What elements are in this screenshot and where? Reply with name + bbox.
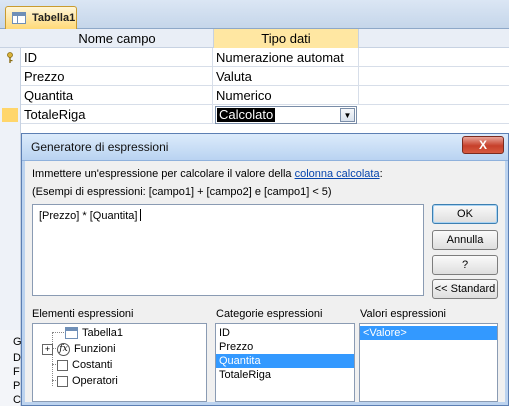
expression-builder-dialog: Generatore di espressioni X Immettere un… <box>21 133 509 406</box>
tab-tabella1[interactable]: Tabella1 <box>5 6 77 29</box>
list-item-selected[interactable]: Quantita <box>216 354 354 368</box>
dropdown-arrow-icon[interactable]: ▼ <box>340 108 355 122</box>
current-row-marker <box>2 108 18 122</box>
help-button[interactable]: ? <box>432 255 498 275</box>
close-button[interactable]: X <box>462 136 504 154</box>
calculated-column-link[interactable]: colonna calcolata <box>295 168 380 180</box>
table-row[interactable]: Quantita Numerico <box>21 86 509 105</box>
values-list[interactable]: <Valore> <box>359 323 498 402</box>
stub-letter: D <box>13 352 21 364</box>
tree-item-label: Operatori <box>72 375 118 387</box>
table-row[interactable]: Prezzo Valuta <box>21 67 509 86</box>
cancel-button[interactable]: Annulla <box>432 230 498 250</box>
stub-letter: C <box>13 394 21 406</box>
list-item-selected[interactable]: <Valore> <box>360 326 497 340</box>
expression-text: [Prezzo] * [Quantita] <box>39 210 138 222</box>
field-name-cell[interactable]: ID <box>21 48 213 67</box>
standard-toggle-button[interactable]: << Standard <box>432 279 498 299</box>
list-item[interactable]: TotaleRiga <box>216 368 354 382</box>
data-type-cell[interactable]: Numerico <box>213 86 359 105</box>
elements-tree[interactable]: Tabella1 + fx Funzioni Costanti Operator… <box>32 323 207 402</box>
list-item[interactable]: ID <box>216 326 354 340</box>
document-tabstrip: Tabella1 <box>0 0 509 29</box>
expression-textarea[interactable]: [Prezzo] * [Quantita] <box>32 204 424 296</box>
list-item[interactable]: Prezzo <box>216 340 354 354</box>
table-row[interactable]: ID Numerazione automat <box>21 48 509 67</box>
tree-item-label: Tabella1 <box>82 327 123 339</box>
instruction-suffix: : <box>379 168 383 180</box>
dialog-titlebar[interactable]: Generatore di espressioni X <box>22 134 508 161</box>
tree-item-label: Costanti <box>72 359 113 371</box>
tree-item-tabella1[interactable]: Tabella1 <box>65 325 123 341</box>
expand-plus-icon[interactable]: + <box>42 343 53 355</box>
elements-label: Elementi espressioni <box>32 308 134 320</box>
tree-item-label: Funzioni <box>74 343 116 355</box>
categories-label: Categorie espressioni <box>216 308 323 320</box>
example-text: (Esempi di espressioni: [campo1] + [camp… <box>32 186 332 198</box>
ok-button[interactable]: OK <box>432 204 498 224</box>
close-icon: X <box>478 138 487 152</box>
stub-letter: P <box>13 380 21 392</box>
dialog-title: Generatore di espressioni <box>31 140 169 154</box>
tree-item-costanti[interactable]: Costanti <box>57 357 112 373</box>
instruction-prefix: Immettere un'espressione per calcolare i… <box>32 168 292 180</box>
operators-icon <box>57 375 68 387</box>
column-header-data-type[interactable]: Tipo dati <box>213 29 359 48</box>
dialog-body: Immettere un'espressione per calcolare i… <box>28 162 502 402</box>
categories-list[interactable]: ID Prezzo Quantita TotaleRiga <box>215 323 355 402</box>
grid-header: Nome campo Tipo dati <box>0 29 509 48</box>
stub-letter: F <box>13 366 20 378</box>
tree-item-operatori[interactable]: Operatori <box>57 373 118 389</box>
tab-label: Tabella1 <box>32 12 76 24</box>
data-type-cell[interactable]: Numerazione automat <box>213 48 359 67</box>
table-icon <box>12 12 26 24</box>
data-type-cell[interactable]: Valuta <box>213 67 359 86</box>
function-icon: fx <box>57 342 70 356</box>
field-name-cell[interactable]: Prezzo <box>21 67 213 86</box>
field-name-cell[interactable]: TotaleRiga <box>21 105 213 124</box>
field-name-cell[interactable]: Quantita <box>21 86 213 105</box>
values-label: Valori espressioni <box>360 308 447 320</box>
row-selector-column[interactable] <box>0 48 21 348</box>
text-caret <box>140 209 142 221</box>
field-properties-stub: G D F P C <box>0 330 22 406</box>
constants-icon <box>57 359 68 371</box>
instruction-text: Immettere un'espressione per calcolare i… <box>32 168 383 180</box>
tree-item-funzioni[interactable]: + fx Funzioni <box>42 341 116 357</box>
data-type-dropdown[interactable]: Calcolato ▼ <box>215 106 357 124</box>
primary-key-icon <box>7 52 13 63</box>
column-header-field-name[interactable]: Nome campo <box>21 29 213 48</box>
table-icon <box>65 327 78 339</box>
data-type-selected-value: Calcolato <box>217 107 276 122</box>
